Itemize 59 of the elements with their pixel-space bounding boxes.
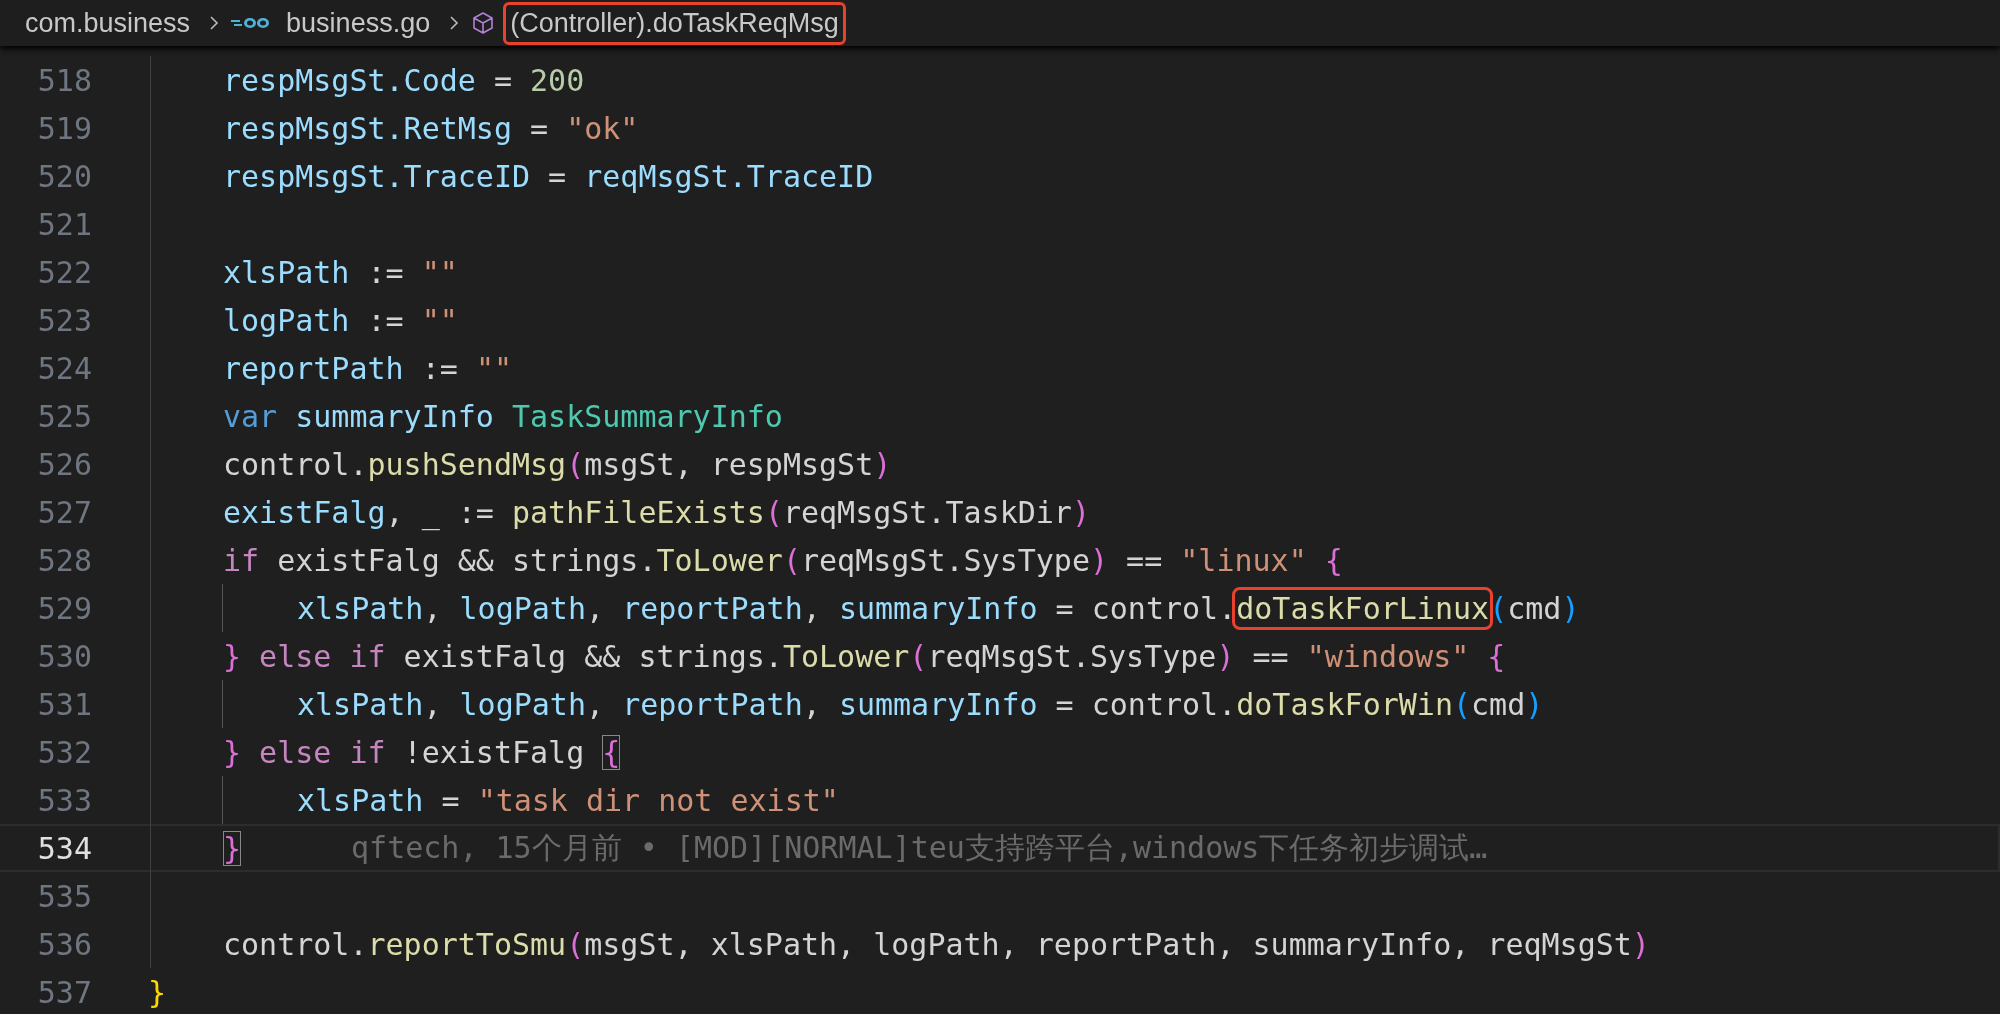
code-text: = control. <box>1054 590 1237 626</box>
code-line: xlsPath, logPath, reportPath, summaryInfo = control.doTaskForWin(cmd) <box>297 686 1544 722</box>
line-number: 530 <box>36 638 93 674</box>
code-line: control.reportToSmu(msgSt, xlsPath, logPath, reportPath, summaryInfo, reqMsgSt) <box>223 926 1650 962</box>
code-text: } <box>223 734 242 770</box>
code-line: if existFalg && strings.ToLower(reqMsgSt.SysType) == "linux" { <box>223 542 1343 578</box>
code-line: var summaryInfo TaskSummaryInfo <box>223 398 783 434</box>
line-number: 526 <box>36 446 93 482</box>
code-text: , <box>423 590 443 626</box>
code-text: cmd <box>1507 590 1562 626</box>
line-number: 518 <box>36 62 93 98</box>
breadcrumb-item[interactable]: business.go <box>279 1 438 45</box>
breadcrumb-item[interactable]: com.business <box>18 1 198 45</box>
line-number: 537 <box>36 974 93 1010</box>
line-number: 519 <box>36 110 93 146</box>
line-number: 521 <box>36 206 93 242</box>
line-number: 532 <box>36 734 93 770</box>
cube-icon <box>471 11 496 35</box>
code-line: respMsgSt.Code = 200 <box>223 62 585 98</box>
code-line: } else if existFalg && strings.ToLower(reqMsgSt.SysType) == "windows" { <box>223 638 1506 674</box>
blame-annotation: qftech, 15个月前 • [MOD][NORMAL]teu支持跨平台,windows下任务初步调试… <box>351 828 1488 867</box>
line-number: 535 <box>36 878 93 914</box>
line-number: 528 <box>36 542 93 578</box>
line-number: 522 <box>36 254 93 290</box>
code-line: reportPath := "" <box>223 350 512 386</box>
code-text: logPath <box>459 590 586 626</box>
breadcrumb-item[interactable]: (Controller).doTaskReqMsg <box>503 1 846 45</box>
matched-bracket: { <box>602 734 621 770</box>
code-text: ( <box>1489 590 1508 626</box>
line-number: 533 <box>36 782 93 818</box>
code-line: respMsgSt.TraceID = reqMsgSt.TraceID <box>223 158 874 194</box>
code-line: xlsPath := "" <box>223 254 458 290</box>
line-number: 527 <box>36 494 93 530</box>
code-text: , <box>802 590 822 626</box>
line-number: 531 <box>36 686 93 722</box>
line-number: 534 <box>36 830 93 866</box>
line-number: 536 <box>36 926 93 962</box>
code-line: respMsgSt.RetMsg = "ok" <box>223 110 639 146</box>
chevron-icon <box>449 15 460 31</box>
code-text: reportPath <box>622 590 803 626</box>
code-text: , <box>586 590 606 626</box>
matched-bracket: } <box>223 830 242 866</box>
code-line: existFalg, _ := pathFileExists(reqMsgSt.TaskDir) <box>223 494 1090 530</box>
line-number: 524 <box>36 350 93 386</box>
code-line: logPath := "" <box>223 302 458 338</box>
line-number: 523 <box>36 302 93 338</box>
code-line: } <box>148 974 167 1010</box>
line-number: 529 <box>36 590 93 626</box>
code-text: summaryInfo <box>838 590 1038 626</box>
code-text: !existFalg <box>402 734 586 770</box>
code-line: control.pushSendMsg(msgSt, respMsgSt) <box>223 446 892 482</box>
chevron-icon <box>209 15 220 31</box>
code-line: xlsPath = "task dir not exist" <box>297 782 839 818</box>
line-number: 520 <box>36 158 93 194</box>
code-text: ) <box>1561 590 1580 626</box>
code-text: else if <box>258 734 386 770</box>
code-text: xlsPath <box>297 590 424 626</box>
line-number: 525 <box>36 398 93 434</box>
file-type-icon <box>231 15 272 31</box>
